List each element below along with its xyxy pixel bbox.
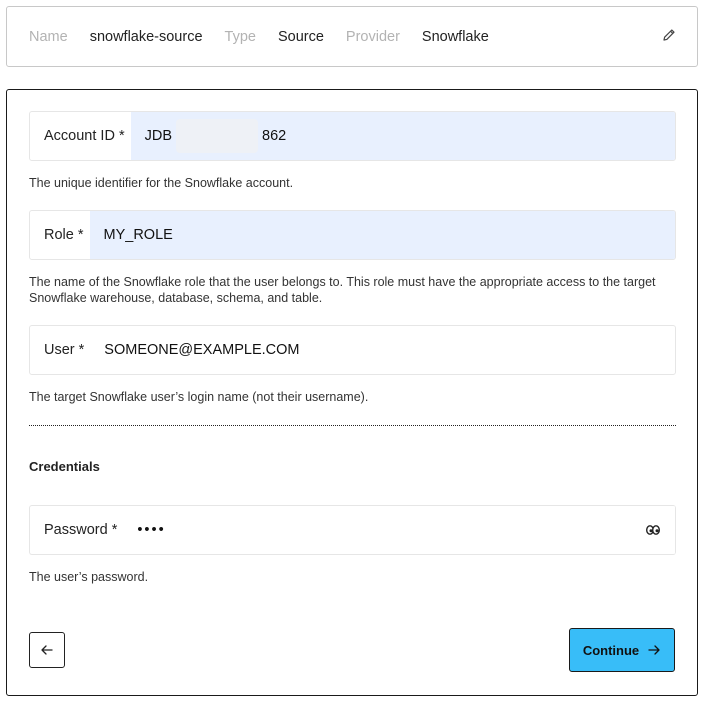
continue-button[interactable]: Continue [569, 628, 675, 672]
role-label: Role * [44, 227, 84, 243]
account-id-field[interactable]: Account ID * JDB 862 [29, 111, 676, 161]
account-id-input[interactable]: JDB 862 [130, 112, 675, 160]
eyes-icon[interactable] [644, 521, 662, 539]
account-id-label: Account ID * [44, 128, 125, 144]
connection-form: Account ID * JDB 862 The unique identifi… [6, 89, 698, 696]
provider-label: Provider [345, 28, 400, 45]
password-help: The user’s password. [29, 570, 149, 584]
account-id-value-suffix: 862 [262, 128, 287, 144]
password-input[interactable]: •••• [123, 506, 676, 554]
provider-value: Snowflake [421, 28, 489, 45]
section-divider [29, 425, 676, 426]
password-label: Password * [44, 522, 118, 538]
name-label: Name [29, 28, 68, 45]
password-field[interactable]: Password * •••• [29, 505, 676, 555]
user-help: The target Snowflake user’s login name (… [29, 390, 369, 404]
connection-summary: Name snowflake-source Type Source Provid… [6, 6, 698, 67]
name-value: snowflake-source [89, 28, 203, 45]
account-id-value-prefix: JDB [144, 128, 172, 144]
pencil-icon[interactable] [661, 27, 677, 43]
type-value: Source [277, 28, 324, 45]
role-help: The name of the Snowflake role that the … [29, 275, 656, 305]
type-label: Type [224, 28, 256, 45]
role-input[interactable]: MY_ROLE [89, 211, 675, 259]
user-field[interactable]: User * SOMEONE@EXAMPLE.COM [29, 325, 676, 375]
account-id-help: The unique identifier for the Snowflake … [29, 176, 294, 190]
arrow-right-icon [648, 645, 660, 655]
redacted-region [176, 119, 258, 153]
continue-label: Continue [582, 642, 640, 658]
field-edge [675, 506, 676, 554]
role-field[interactable]: Role * MY_ROLE [29, 210, 676, 260]
back-button[interactable] [29, 632, 65, 668]
user-label: User * [44, 342, 85, 358]
user-input[interactable]: SOMEONE@EXAMPLE.COM [90, 326, 675, 374]
arrow-left-icon [41, 645, 53, 655]
credentials-heading: Credentials [29, 459, 100, 474]
